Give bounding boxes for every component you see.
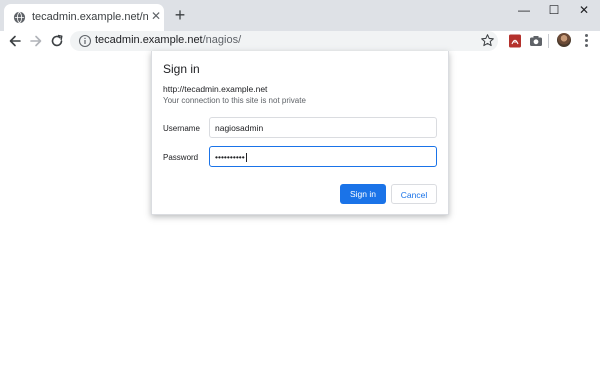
toolbar-separator (548, 34, 549, 48)
close-window-button[interactable]: ✕ (569, 0, 599, 20)
username-field[interactable]: nagiosadmin (209, 117, 437, 138)
browser-tab[interactable]: tecadmin.example.net/nagios/ ✕ (4, 4, 164, 31)
new-tab-button[interactable]: + (171, 6, 189, 24)
text-caret (245, 153, 247, 163)
username-label: Username (163, 124, 200, 133)
dialog-title: Sign in (163, 62, 200, 76)
password-label: Password (163, 153, 199, 162)
cancel-button[interactable]: Cancel (391, 184, 437, 204)
url-text: tecadmin.example.net/nagios/ (95, 34, 241, 46)
reload-icon[interactable] (49, 33, 65, 49)
info-icon[interactable] (78, 34, 92, 48)
forward-icon[interactable] (28, 33, 44, 49)
camera-extension-icon[interactable] (528, 33, 544, 49)
menu-icon[interactable] (583, 33, 589, 49)
star-icon[interactable] (480, 33, 495, 48)
tab-title: tecadmin.example.net/nagios/ (32, 11, 148, 23)
password-value: •••••••••• (215, 152, 245, 162)
sign-in-dialog: Sign in http://tecadmin.example.net Your… (151, 51, 449, 215)
address-bar[interactable]: tecadmin.example.net/nagios/ (70, 31, 498, 51)
globe-icon (13, 11, 26, 24)
maximize-button[interactable]: ☐ (539, 0, 569, 20)
dialog-site: http://tecadmin.example.net (163, 84, 268, 94)
sign-in-button[interactable]: Sign in (340, 184, 386, 204)
pdf-extension-icon[interactable] (507, 33, 523, 49)
minimize-button[interactable]: — (509, 0, 539, 20)
url-host: tecadmin.example.net (95, 34, 203, 46)
avatar[interactable] (557, 33, 571, 47)
tab-strip: tecadmin.example.net/nagios/ ✕ + — ☐ ✕ (0, 0, 600, 32)
dialog-warning: Your connection to this site is not priv… (163, 96, 306, 105)
password-field[interactable]: •••••••••• (209, 146, 437, 167)
username-value: nagiosadmin (215, 123, 264, 133)
close-tab-icon[interactable]: ✕ (149, 9, 163, 23)
url-path: /nagios/ (202, 34, 242, 46)
back-icon[interactable] (7, 33, 23, 49)
